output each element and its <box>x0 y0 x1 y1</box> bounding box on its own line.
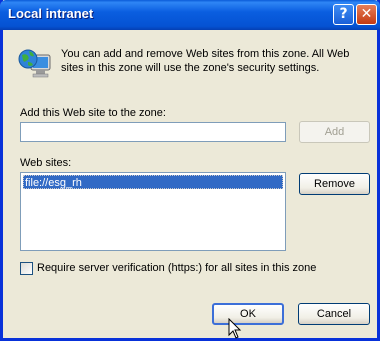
web-sites-label: Web sites: <box>20 157 72 169</box>
add-site-label: Add this Web site to the zone: <box>20 107 166 119</box>
remove-button[interactable]: Remove <box>299 173 370 195</box>
mouse-cursor-icon <box>228 318 242 339</box>
ok-button[interactable]: OK <box>212 303 284 325</box>
close-button[interactable]: ✕ <box>356 4 377 25</box>
add-site-input[interactable] <box>20 122 286 142</box>
web-sites-list[interactable]: file://esg_rh <box>20 172 286 251</box>
add-button[interactable]: Add <box>299 121 370 143</box>
help-button[interactable]: ? <box>333 4 354 25</box>
dialog-title: Local intranet <box>8 6 94 21</box>
local-intranet-dialog: Local intranet ? ✕ You can add and remov… <box>0 0 380 341</box>
cancel-button[interactable]: Cancel <box>298 303 370 325</box>
zone-description: You can add and remove Web sites from th… <box>61 48 350 74</box>
title-bar[interactable]: Local intranet ? ✕ <box>0 0 380 30</box>
require-https-label[interactable]: Require server verification (https:) for… <box>37 262 316 274</box>
network-globe-icon <box>18 49 51 78</box>
require-https-checkbox[interactable] <box>20 262 33 275</box>
list-item[interactable]: file://esg_rh <box>23 175 283 189</box>
